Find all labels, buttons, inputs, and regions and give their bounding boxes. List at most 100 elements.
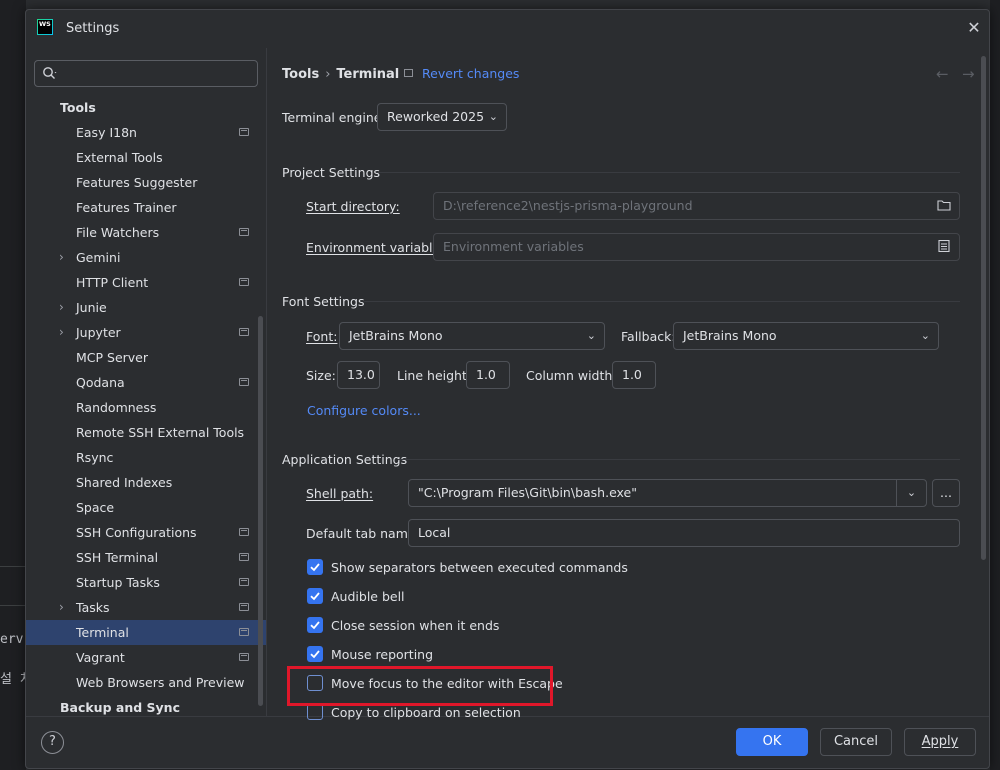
checkbox-3[interactable] — [307, 617, 323, 633]
project-scope-icon — [239, 228, 249, 236]
document-icon[interactable] — [937, 240, 951, 252]
sidebar-item-remote-ssh-external-tools[interactable]: Remote SSH External Tools — [26, 420, 266, 445]
chevron-right-icon[interactable]: › — [59, 320, 64, 345]
configure-colors-link[interactable]: Configure colors... — [307, 403, 421, 418]
sidebar-item-space[interactable]: Space — [26, 495, 266, 520]
checkmark-icon — [310, 621, 320, 630]
chevron-right-icon[interactable]: › — [59, 295, 64, 320]
sidebar-item-easy-i18n[interactable]: Easy I18n — [26, 120, 266, 145]
close-icon[interactable]: ✕ — [964, 18, 984, 38]
sidebar-item-label: SSH Configurations — [76, 525, 197, 540]
sidebar-item-jupyter[interactable]: › Jupyter — [26, 320, 266, 345]
sidebar-item-label: HTTP Client — [76, 275, 149, 290]
background-divider — [0, 566, 26, 567]
checkbox-2[interactable] — [307, 588, 323, 604]
title-bar: WS Settings ✕ — [26, 10, 989, 48]
checkbox-label[interactable]: Show separators between executed command… — [331, 560, 628, 575]
project-scope-icon — [239, 628, 249, 636]
line-height-input[interactable]: 1.0 — [466, 361, 510, 389]
start-directory-field[interactable]: D:\reference2\nestjs-prisma-playground — [433, 192, 960, 220]
project-scope-icon — [239, 528, 249, 536]
sidebar-item-features-suggester[interactable]: Features Suggester — [26, 170, 266, 195]
section-divider — [398, 459, 960, 460]
help-button[interactable]: ? — [41, 731, 64, 754]
default-tab-name-input[interactable]: Local — [408, 519, 960, 547]
sidebar-item-vagrant[interactable]: Vagrant — [26, 645, 266, 670]
checkbox-label[interactable]: Audible bell — [331, 589, 405, 604]
font-select[interactable]: JetBrains Mono ⌄ — [339, 322, 605, 350]
fallback-label: Fallback: — [621, 329, 676, 344]
project-scope-icon — [239, 378, 249, 386]
sidebar-item-label: Randomness — [76, 400, 157, 415]
sidebar-item-label: Jupyter — [76, 325, 121, 340]
sidebar-item-label: Tools — [60, 100, 96, 115]
ok-button[interactable]: OK — [736, 728, 808, 756]
sidebar-item-external-tools[interactable]: External Tools — [26, 145, 266, 170]
checkmark-icon — [310, 563, 320, 572]
sidebar-item-shared-indexes[interactable]: Shared Indexes — [26, 470, 266, 495]
project-scope-icon — [239, 603, 249, 611]
search-input[interactable] — [34, 60, 258, 87]
background-right-edge — [990, 0, 1000, 770]
sidebar-item-randomness[interactable]: Randomness — [26, 395, 266, 420]
checkbox-4[interactable] — [307, 646, 323, 662]
breadcrumb-tools[interactable]: Tools — [282, 67, 319, 82]
terminal-engine-select[interactable]: Reworked 2025 ⌄ — [377, 103, 507, 131]
chevron-down-icon[interactable]: ⌄ — [896, 480, 926, 506]
sidebar-item-http-client[interactable]: HTTP Client — [26, 270, 266, 295]
sidebar-item-label: Startup Tasks — [76, 575, 160, 590]
fallback-font-select[interactable]: JetBrains Mono ⌄ — [673, 322, 939, 350]
sidebar-item-ssh-terminal[interactable]: SSH Terminal — [26, 545, 266, 570]
back-arrow-icon[interactable]: ← — [936, 65, 949, 83]
shell-path-combo[interactable]: "C:\Program Files\Git\bin\bash.exe" ⌄ — [408, 479, 927, 507]
sidebar-item-ssh-configurations[interactable]: SSH Configurations — [26, 520, 266, 545]
application-settings-title: Application Settings — [282, 452, 408, 467]
sidebar-item-file-watchers[interactable]: File Watchers — [26, 220, 266, 245]
checkmark-icon — [310, 592, 320, 601]
forward-arrow-icon[interactable]: → — [962, 65, 975, 83]
sidebar-item-startup-tasks[interactable]: Startup Tasks — [26, 570, 266, 595]
checkbox-6[interactable] — [307, 704, 323, 720]
sidebar-item-label: External Tools — [76, 150, 163, 165]
section-divider — [364, 301, 960, 302]
checkbox-1[interactable] — [307, 559, 323, 575]
sidebar-item-web-browsers-and-preview[interactable]: Web Browsers and Preview — [26, 670, 266, 695]
sidebar-item-rsync[interactable]: Rsync — [26, 445, 266, 470]
apply-button[interactable]: Apply — [904, 728, 976, 756]
default-tab-name-label: Default tab name: — [306, 526, 420, 541]
sidebar-item-label: Tasks — [76, 600, 110, 615]
sidebar-scrollbar[interactable] — [258, 316, 263, 706]
project-scope-icon — [239, 578, 249, 586]
cancel-button[interactable]: Cancel — [820, 728, 892, 756]
checkbox-label[interactable]: Copy to clipboard on selection — [331, 705, 521, 720]
column-width-input[interactable]: 1.0 — [612, 361, 656, 389]
chevron-right-icon[interactable]: › — [59, 595, 64, 620]
font-size-input[interactable]: 13.0 — [337, 361, 380, 389]
sidebar-item-label: Terminal — [76, 625, 129, 640]
sidebar-item-gemini[interactable]: › Gemini — [26, 245, 266, 270]
revert-changes-link[interactable]: Revert changes — [422, 66, 519, 81]
settings-dialog: WS Settings ✕ Tools Easy I18n External Too… — [25, 9, 990, 769]
folder-icon[interactable] — [937, 199, 951, 211]
sidebar-item-terminal[interactable]: Terminal — [26, 620, 266, 645]
checkbox-label[interactable]: Mouse reporting — [331, 647, 433, 662]
highlight-box — [287, 666, 553, 706]
section-divider — [376, 172, 960, 173]
sidebar-item-junie[interactable]: › Junie — [26, 295, 266, 320]
column-width-label: Column width: — [526, 368, 617, 383]
sidebar-item-label: Remote SSH External Tools — [76, 425, 245, 440]
checkbox-label[interactable]: Close session when it ends — [331, 618, 499, 633]
sidebar-item-qodana[interactable]: Qodana — [26, 370, 266, 395]
sidebar-item-tasks[interactable]: › Tasks — [26, 595, 266, 620]
environment-variables-field[interactable]: Environment variables — [433, 233, 960, 261]
chevron-right-icon[interactable]: › — [59, 245, 64, 270]
shell-path-label: Shell path: — [306, 486, 374, 501]
font-label: Font: — [306, 329, 338, 344]
browse-button[interactable]: ... — [932, 479, 960, 507]
main-scrollbar[interactable] — [981, 56, 986, 560]
sidebar-item-backup-and-sync[interactable]: Backup and Sync — [26, 695, 266, 720]
sidebar-item-tools[interactable]: Tools — [26, 95, 266, 120]
background-text-1: erv — [0, 632, 24, 647]
sidebar-item-mcp-server[interactable]: MCP Server — [26, 345, 266, 370]
sidebar-item-features-trainer[interactable]: Features Trainer — [26, 195, 266, 220]
